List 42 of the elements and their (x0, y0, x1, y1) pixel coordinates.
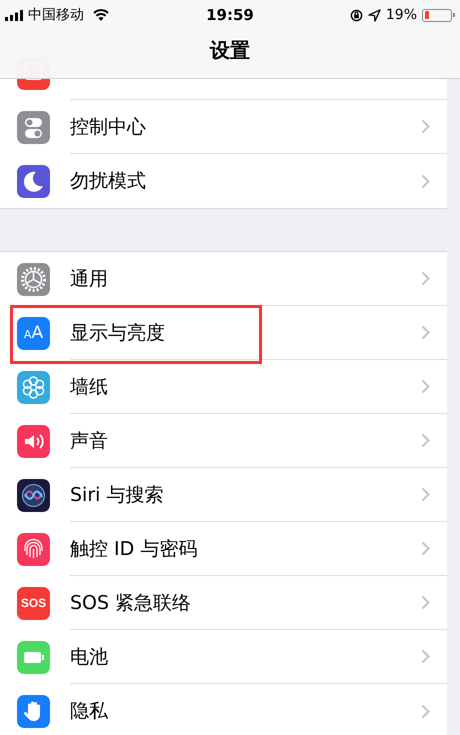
row-label[interactable]: 墙纸 (70, 374, 108, 400)
chevron-icon (421, 119, 430, 134)
row-label[interactable]: 声音 (70, 428, 108, 454)
chevron-icon (421, 325, 430, 340)
row-label[interactable]: 通用 (70, 266, 108, 292)
battery-percent: 19% (386, 7, 417, 23)
chevron-icon (421, 595, 430, 610)
fingerprint-icon (17, 532, 50, 566)
clock-time: 19:59 (206, 6, 254, 24)
row-label[interactable]: 隐私 (70, 698, 108, 724)
chevron-icon (421, 649, 430, 664)
location-arrow-icon (368, 8, 381, 22)
row-label[interactable]: 显示与亮度 (70, 320, 165, 346)
speaker-icon (17, 424, 50, 458)
battery-icon (17, 640, 50, 674)
gear-icon (17, 262, 50, 296)
moon-icon (17, 164, 50, 198)
chevron-icon (421, 174, 430, 188)
chevron-icon (421, 704, 430, 718)
chevron-icon (421, 433, 430, 448)
sos-icon: SOS (17, 586, 50, 620)
row-label[interactable]: 勿扰模式 (70, 168, 146, 194)
toggle-switches-icon (17, 110, 50, 144)
flower-icon (17, 370, 50, 404)
orb-icon (17, 478, 50, 512)
row-label[interactable]: 触控 ID 与密码 (70, 536, 198, 562)
battery-level-icon (422, 8, 452, 22)
chevron-icon (421, 487, 430, 502)
row-label[interactable]: 控制中心 (70, 114, 146, 140)
signal-icon (5, 10, 23, 20)
chevron-icon (421, 379, 430, 394)
chevron-icon (421, 541, 430, 556)
chevron-icon (421, 271, 430, 286)
row-label[interactable]: SOS 紧急联络 (70, 590, 192, 616)
rotation-lock-icon (350, 8, 363, 22)
wifi-icon (93, 9, 109, 21)
page-title: 设置 (208, 37, 251, 64)
carrier-name: 中国移动 (28, 6, 84, 24)
row-label[interactable]: 电池 (70, 644, 108, 670)
letters-icon: AA (17, 316, 50, 350)
row-label[interactable]: Siri 与搜索 (70, 482, 164, 508)
hand-icon (17, 694, 50, 728)
